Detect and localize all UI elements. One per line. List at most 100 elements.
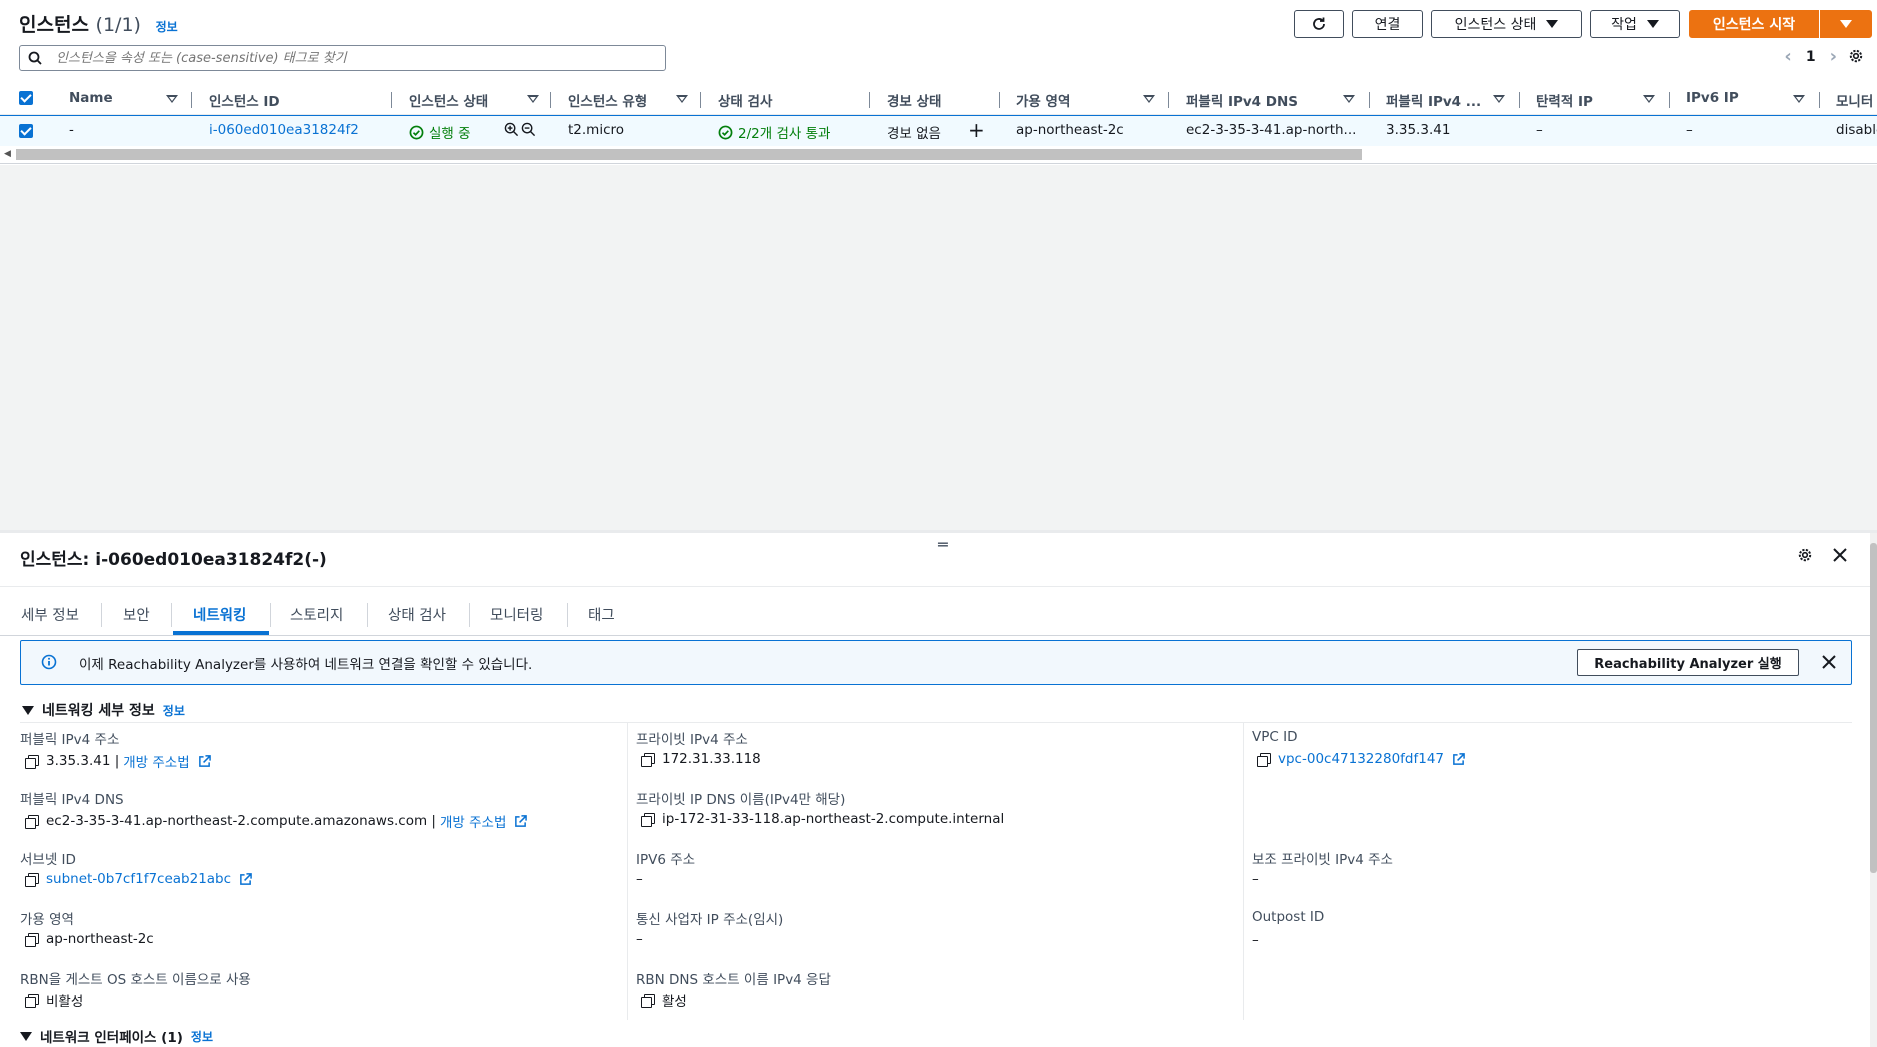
cell-elastic-ip: –: [1536, 122, 1543, 138]
settings-icon[interactable]: [1797, 547, 1813, 563]
resize-handle-icon[interactable]: ═: [938, 535, 948, 554]
actions-button[interactable]: 작업: [1590, 10, 1680, 38]
select-all-checkbox[interactable]: [19, 91, 33, 105]
copy-icon[interactable]: [25, 814, 39, 829]
table-settings-icon[interactable]: [1848, 48, 1864, 64]
instance-count: (1/1): [95, 14, 141, 36]
column-divider: [1243, 722, 1244, 1020]
page-number[interactable]: 1: [1806, 49, 1816, 65]
search-input[interactable]: [54, 49, 638, 67]
column-header[interactable]: 퍼블릭 IPv4 ...: [1386, 90, 1481, 110]
tab-tags[interactable]: 태그: [588, 604, 615, 625]
column-header[interactable]: 상태 검사: [718, 90, 772, 110]
column-separator: [999, 92, 1000, 108]
sort-icon[interactable]: [166, 95, 178, 103]
column-header[interactable]: 퍼블릭 IPv4 DNS: [1186, 90, 1298, 110]
instance-id-link[interactable]: i-060ed010ea31824f2: [209, 122, 359, 138]
field-label: 프라이빗 IPv4 주소: [636, 732, 748, 748]
tab-separator: [367, 603, 368, 627]
copy-icon[interactable]: [25, 754, 39, 769]
column-separator: [1669, 92, 1670, 108]
table-row[interactable]: - i-060ed010ea31824f2 실행 중 t2.micro 2/2개…: [0, 115, 1877, 147]
info-link[interactable]: 정보: [191, 1028, 213, 1045]
column-header[interactable]: Name: [69, 90, 113, 106]
field-label: VPC ID: [1252, 729, 1298, 745]
tab-separator: [567, 603, 568, 627]
info-link[interactable]: 정보: [156, 20, 178, 34]
zoom-in-icon[interactable]: [504, 122, 519, 137]
sort-icon[interactable]: [1493, 95, 1505, 103]
sort-icon[interactable]: [1643, 95, 1655, 103]
column-header[interactable]: 모니터: [1836, 90, 1873, 110]
copy-icon[interactable]: [641, 752, 655, 767]
tab-storage[interactable]: 스토리지: [290, 604, 343, 625]
networking-details-section[interactable]: 네트워킹 세부 정보 정보: [22, 700, 185, 720]
vertical-scrollbar[interactable]: [1870, 533, 1877, 1047]
launch-dropdown-button[interactable]: [1820, 10, 1872, 38]
open-address-link[interactable]: 개방 주소법: [440, 811, 506, 831]
chevron-left-icon[interactable]: ‹: [1784, 46, 1791, 67]
sort-icon[interactable]: [1793, 95, 1805, 103]
chevron-right-icon[interactable]: ›: [1830, 46, 1837, 67]
collapse-triangle-icon: [20, 1031, 32, 1041]
sort-icon[interactable]: [527, 95, 539, 103]
zoom-out-icon[interactable]: [521, 122, 536, 137]
dismiss-banner-icon[interactable]: [1821, 654, 1837, 670]
network-interfaces-section[interactable]: 네트워크 인터페이스 (1) 정보: [20, 1026, 213, 1046]
rbn-value: 비활성: [25, 990, 83, 1010]
column-header[interactable]: IPv6 IP: [1686, 90, 1739, 106]
public-ipv4-value: 3.35.3.41 | 개방 주소법: [25, 751, 211, 771]
copy-icon[interactable]: [25, 932, 39, 947]
info-link[interactable]: 정보: [163, 702, 185, 719]
tab-networking[interactable]: 네트워킹: [193, 604, 246, 625]
tab-security[interactable]: 보안: [123, 604, 150, 625]
column-separator: [1369, 92, 1370, 108]
column-header[interactable]: 인스턴스 유형: [568, 90, 647, 110]
launch-instance-button[interactable]: 인스턴스 시작: [1689, 10, 1819, 38]
column-separator: [1168, 92, 1169, 108]
add-alarm-icon[interactable]: +: [968, 118, 985, 142]
instance-state-button[interactable]: 인스턴스 상태: [1431, 10, 1582, 38]
column-header[interactable]: 인스턴스 상태: [409, 90, 488, 110]
sort-icon[interactable]: [676, 95, 688, 103]
search-icon: [28, 51, 42, 65]
external-link-icon[interactable]: [198, 754, 211, 768]
row-checkbox[interactable]: [19, 124, 33, 138]
open-address-link[interactable]: 개방 주소법: [123, 751, 189, 771]
sort-icon[interactable]: [1343, 95, 1355, 103]
search-field[interactable]: [19, 45, 666, 71]
column-separator: [1519, 92, 1520, 108]
horizontal-scrollbar[interactable]: ◀: [0, 146, 1877, 164]
tab-status-checks[interactable]: 상태 검사: [388, 604, 446, 625]
scrollbar-thumb[interactable]: [16, 149, 1362, 160]
tab-monitoring[interactable]: 모니터링: [490, 604, 543, 625]
refresh-button[interactable]: [1294, 10, 1344, 38]
copy-icon[interactable]: [641, 812, 655, 827]
sort-icon[interactable]: [1143, 95, 1155, 103]
external-link-icon[interactable]: [1452, 752, 1465, 766]
secondary-ip-value: –: [1252, 871, 1259, 887]
scroll-left-icon[interactable]: ◀: [4, 149, 11, 159]
scrollbar-thumb[interactable]: [1870, 543, 1877, 873]
external-link-icon[interactable]: [514, 814, 528, 828]
caret-down-icon: [1546, 20, 1559, 28]
cell-name: -: [69, 122, 74, 138]
column-separator: [700, 92, 701, 108]
close-icon[interactable]: [1832, 547, 1848, 563]
column-header[interactable]: 가용 영역: [1016, 90, 1070, 110]
reachability-analyzer-button[interactable]: Reachability Analyzer 실행: [1577, 649, 1799, 676]
column-header[interactable]: 인스턴스 ID: [209, 90, 280, 110]
subnet-link[interactable]: subnet-0b7cf1f7ceab21abc: [46, 871, 231, 887]
connect-button[interactable]: 연결: [1352, 10, 1423, 38]
column-header[interactable]: 경보 상태: [887, 90, 941, 110]
copy-icon[interactable]: [25, 993, 39, 1008]
refresh-icon: [1313, 17, 1325, 30]
copy-icon[interactable]: [25, 872, 39, 887]
vpc-link[interactable]: vpc-00c47132280fdf147: [1278, 751, 1444, 767]
column-header[interactable]: 탄력적 IP: [1536, 90, 1593, 110]
copy-icon[interactable]: [1257, 752, 1271, 767]
copy-icon[interactable]: [641, 993, 655, 1008]
zoom-controls: [504, 122, 536, 137]
tab-details[interactable]: 세부 정보: [21, 604, 79, 625]
external-link-icon[interactable]: [239, 872, 252, 886]
